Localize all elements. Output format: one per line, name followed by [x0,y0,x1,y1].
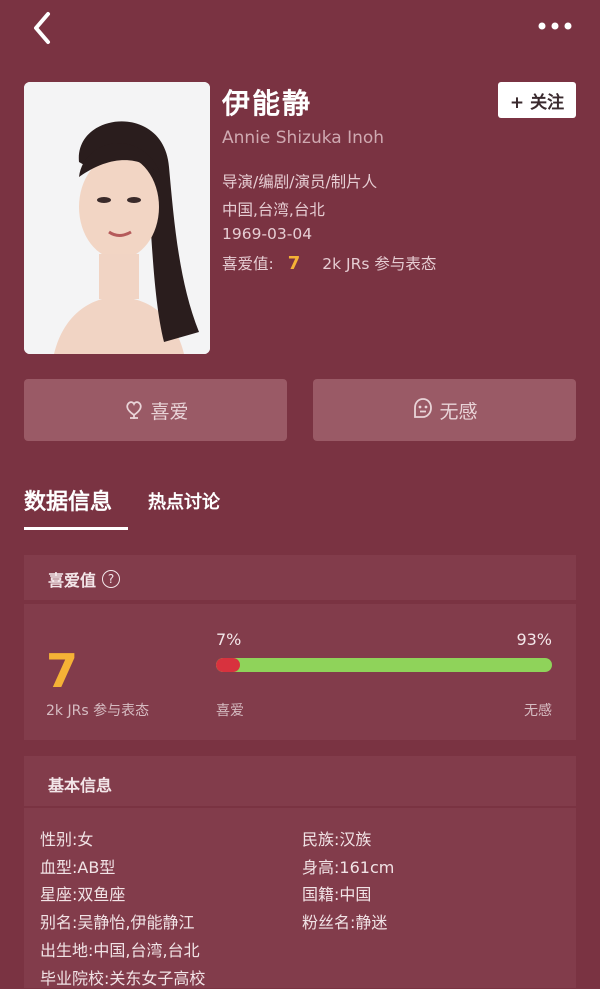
neutral-button-label: 无感 [439,400,478,423]
neutral-button[interactable]: 无感 [313,379,576,441]
rating-bar-like-fill [216,658,240,672]
like-percent: 7% [216,630,242,649]
info-height: 身高:161cm [302,858,395,877]
rating-card: 7 2k JRs 参与表态 7% 93% 喜爱 无感 [24,604,576,740]
rating-card-title: 喜爱值 [48,571,97,590]
like-label: 喜爱 [216,703,244,719]
info-blood-type: 血型:AB型 [40,858,116,877]
info-gender: 性别:女 [40,830,94,849]
basic-info-title: 基本信息 [48,776,113,795]
basic-info-header: 基本信息 [24,756,576,806]
rating-participants: 2k JRs 参与表态 [46,703,150,719]
info-zodiac: 星座:双鱼座 [40,885,126,904]
celebrity-name: 伊能静 [222,87,313,120]
tab-data-info[interactable]: 数据信息 [24,484,112,516]
location-text: 中国,台湾,台北 [222,201,325,219]
active-tab-indicator [24,527,128,530]
info-school: 毕业院校:关东女子高校 [40,969,206,988]
info-nationality: 国籍:中国 [302,885,372,904]
basic-info-card: 性别:女 血型:AB型 星座:双鱼座 别名:吴静怡,伊能静江 出生地:中国,台湾… [24,808,576,988]
profile-photo[interactable] [24,82,210,354]
rating-score: 7 [46,644,79,698]
info-birthplace: 出生地:中国,台湾,台北 [40,941,200,960]
meh-face-icon [411,396,439,425]
question-circle-icon[interactable]: ? [102,570,121,588]
rating-bar [216,658,552,672]
neutral-label: 无感 [524,703,552,719]
back-arrow-icon[interactable] [28,8,64,48]
participants-text: 2k JRs 参与表态 [322,255,437,273]
roles-text: 导演/编剧/演员/制片人 [222,173,378,191]
rating-card-header: 喜爱值 ? [24,555,576,600]
top-bar [0,0,600,60]
more-dots-icon[interactable] [536,14,576,38]
follow-button[interactable]: + 关注 [498,82,576,118]
rating-summary: 喜爱值: 7 2k JRs 参与表态 [222,252,436,274]
english-name: Annie Shizuka Inoh [222,128,385,148]
rating-value: 7 [287,253,301,274]
like-button[interactable]: 喜爱 [24,379,287,441]
like-button-label: 喜爱 [150,400,189,423]
rating-label: 喜爱值: [222,255,274,273]
info-ethnicity: 民族:汉族 [302,830,372,849]
flower-heart-icon [122,396,150,425]
neutral-percent: 93% [516,630,552,649]
tab-hot-discussion[interactable]: 热点讨论 [148,488,220,514]
info-alias: 别名:吴静怡,伊能静江 [40,913,195,932]
info-fan-name: 粉丝名:静迷 [302,913,388,932]
birthday-text: 1969-03-04 [222,225,313,243]
